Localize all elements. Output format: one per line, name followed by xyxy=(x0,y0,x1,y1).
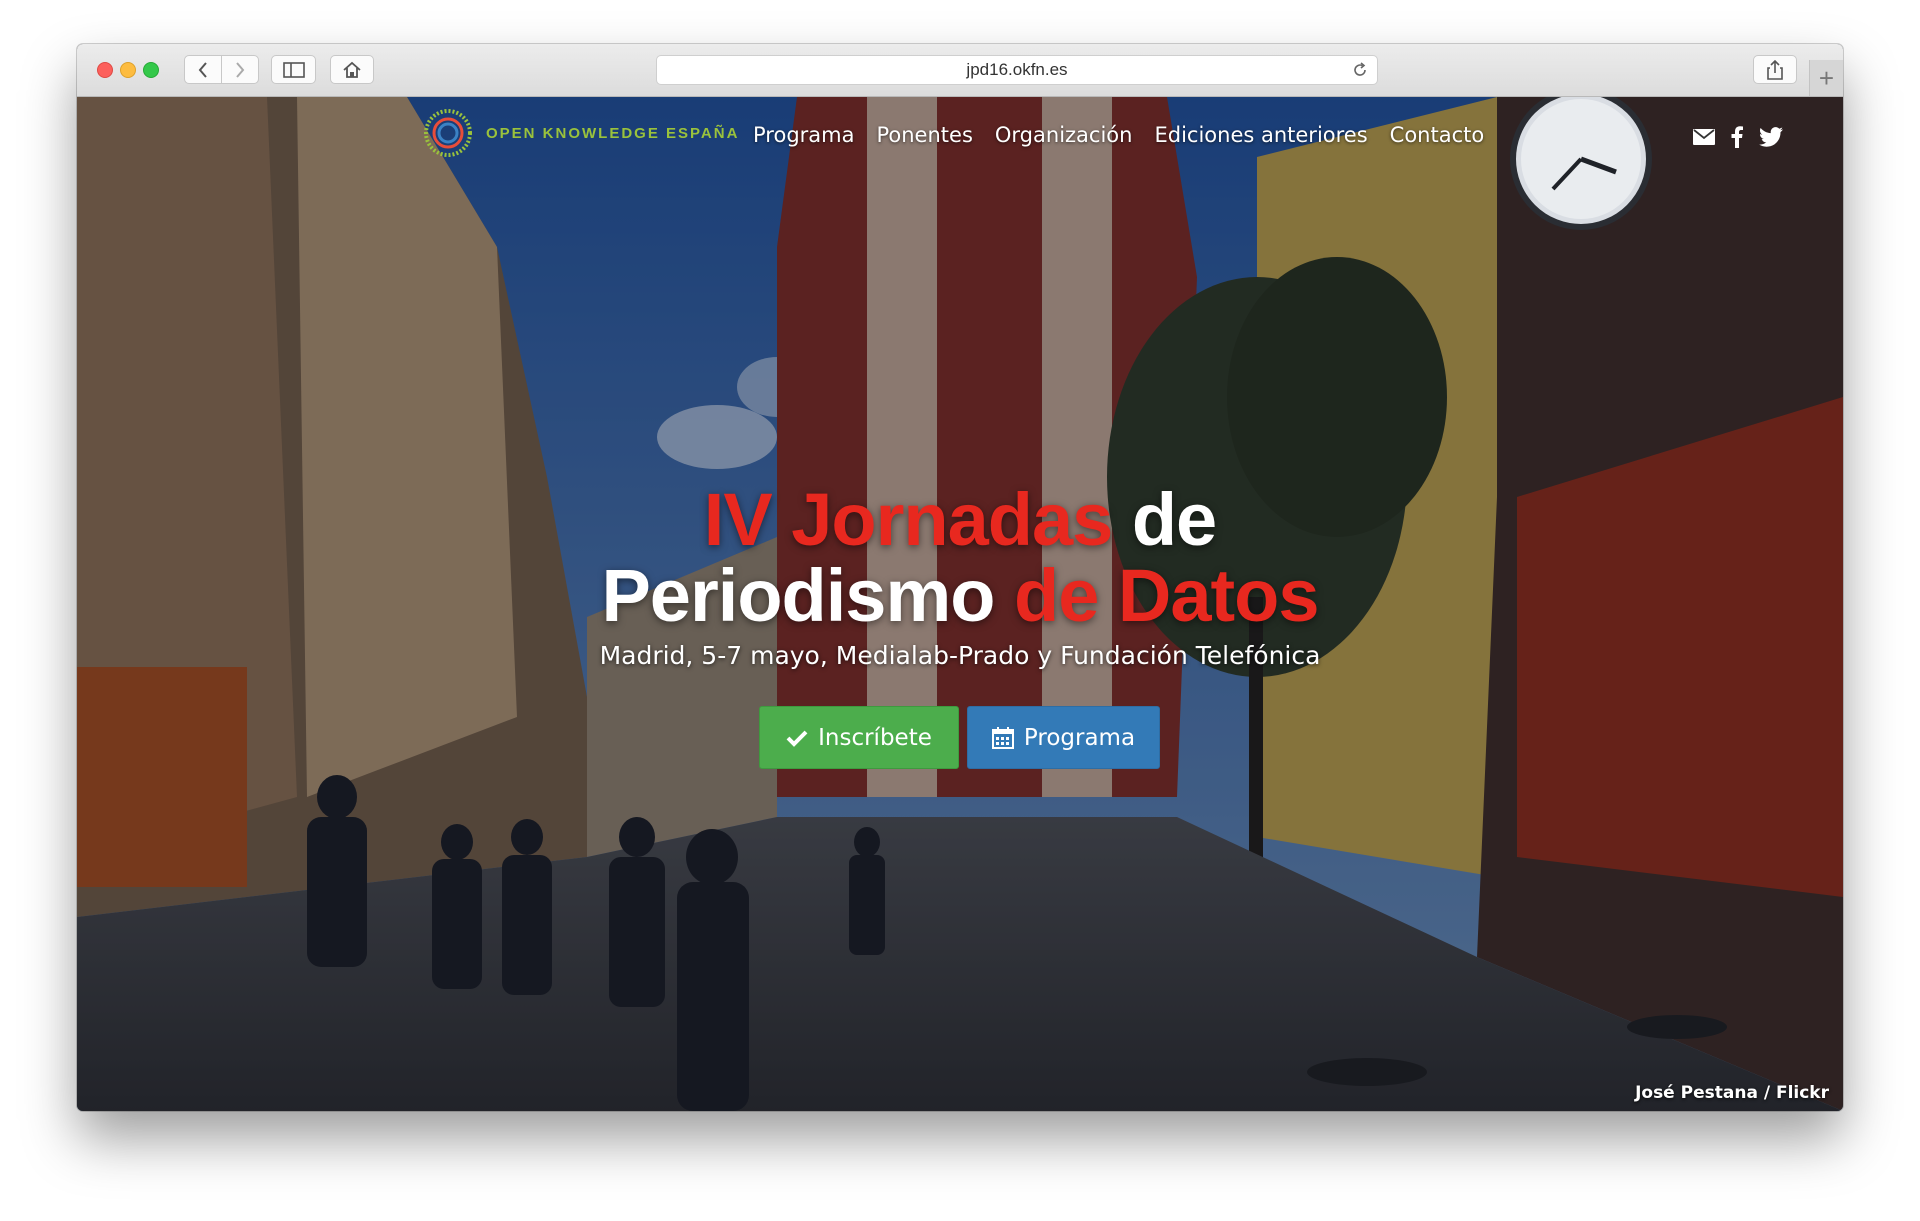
mail-icon[interactable] xyxy=(1693,129,1715,145)
home-button[interactable] xyxy=(330,55,374,84)
calendar-icon xyxy=(991,726,1014,749)
main-menu: Programa Ponentes Organización Ediciones… xyxy=(753,123,1484,147)
zoom-window-button[interactable] xyxy=(143,62,159,78)
social-links xyxy=(1693,126,1783,148)
hero-title-line-2: Periodismo de Datos xyxy=(77,558,1843,634)
chevron-left-icon xyxy=(198,61,207,78)
hero-title-de: de xyxy=(1131,478,1217,561)
hero-title-periodismo: Periodismo xyxy=(601,554,995,637)
history-navigation xyxy=(184,55,259,84)
back-button[interactable] xyxy=(185,56,222,83)
brand-name: OPEN KNOWLEDGE ESPAÑA xyxy=(486,124,740,142)
sidebar-icon xyxy=(282,61,305,78)
close-window-button[interactable] xyxy=(97,62,113,78)
site-navbar: OPEN KNOWLEDGE ESPAÑA Programa Ponentes … xyxy=(77,97,1843,177)
sidebar-button[interactable] xyxy=(271,55,316,84)
chevron-right-icon xyxy=(236,61,245,78)
photo-credit[interactable]: José Pestana / Flickr xyxy=(1635,1083,1829,1103)
home-icon xyxy=(343,61,361,78)
forward-button[interactable] xyxy=(222,56,258,83)
register-button-label: Inscríbete xyxy=(818,724,932,751)
twitter-icon[interactable] xyxy=(1759,127,1783,147)
okfn-logo-icon xyxy=(424,109,472,157)
program-button-label: Programa xyxy=(1023,724,1136,751)
register-button[interactable]: Inscríbete xyxy=(759,706,959,769)
nav-link-organizacion[interactable]: Organización xyxy=(995,123,1133,147)
nav-link-programa[interactable]: Programa xyxy=(753,123,854,147)
nav-link-ponentes[interactable]: Ponentes xyxy=(876,123,972,147)
facebook-icon[interactable] xyxy=(1731,126,1743,148)
share-button[interactable] xyxy=(1753,55,1797,84)
browser-window: jpd16.okfn.es + OPEN KNOWLEDGE ESPAÑA Pr… xyxy=(77,44,1843,1111)
hero-title-edition: IV Jornadas xyxy=(703,478,1114,561)
program-button[interactable]: Programa xyxy=(967,706,1160,769)
browser-toolbar: jpd16.okfn.es + xyxy=(77,44,1843,97)
hero-title-de-datos: de Datos xyxy=(1014,554,1320,637)
minimize-window-button[interactable] xyxy=(120,62,136,78)
hero-title-line-1: IV Jornadas de xyxy=(77,482,1843,558)
checkmark-icon xyxy=(786,730,808,747)
url-text: jpd16.okfn.es xyxy=(966,60,1068,79)
reload-icon[interactable] xyxy=(1351,61,1369,79)
hero-subtitle: Madrid, 5-7 mayo, Medialab-Prado y Funda… xyxy=(599,641,1321,670)
nav-link-ediciones-anteriores[interactable]: Ediciones anteriores xyxy=(1154,123,1367,147)
hero-section: OPEN KNOWLEDGE ESPAÑA Programa Ponentes … xyxy=(77,97,1843,1111)
address-bar[interactable]: jpd16.okfn.es xyxy=(656,55,1378,85)
plus-icon: + xyxy=(1818,63,1835,93)
new-tab-button[interactable]: + xyxy=(1809,60,1843,96)
share-icon xyxy=(1767,59,1783,80)
nav-link-contacto[interactable]: Contacto xyxy=(1390,123,1485,147)
site-logo[interactable]: OPEN KNOWLEDGE ESPAÑA xyxy=(422,107,739,159)
